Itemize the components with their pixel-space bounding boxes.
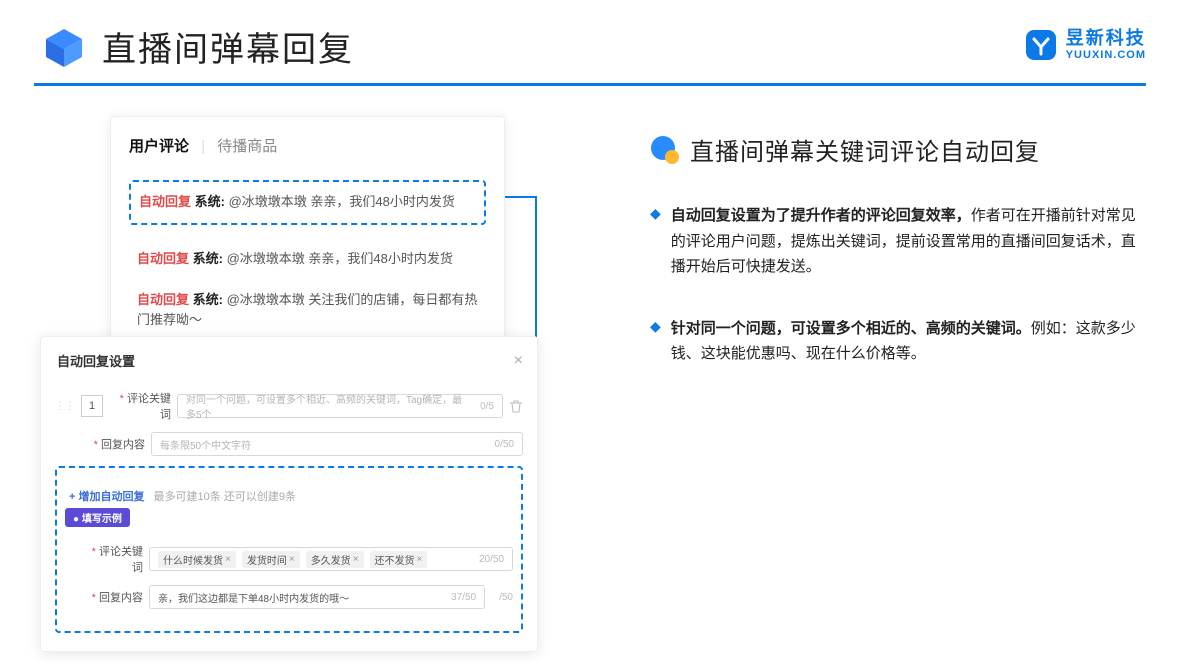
example-keyword-label: 评论关键词 [85, 543, 143, 575]
tag[interactable]: 发货时间× [242, 551, 300, 568]
add-auto-reply-link[interactable]: + 增加自动回复 最多可建10条 还可以创建9条 [69, 488, 513, 504]
message-text: @冰墩墩本墩 亲亲，我们48小时内发货 [229, 194, 455, 209]
form-row-content: 回复内容 每条限50个中文字符 0/50 [87, 432, 523, 456]
placeholder: 对同一个问题，可设置多个相近、高频的关键词，Tag确定，最多5个 [186, 391, 472, 421]
add-label: + 增加自动回复 [69, 491, 144, 503]
divider [34, 83, 1146, 86]
tab-products[interactable]: 待播商品 [217, 138, 277, 155]
counter: 0/5 [472, 401, 494, 412]
trash-icon[interactable] [509, 399, 523, 413]
tag[interactable]: 什么时候发货× [158, 551, 236, 568]
settings-title: 自动回复设置 [57, 351, 135, 370]
form-row-keyword: ⋮⋮ 1 评论关键词 对同一个问题，可设置多个相近、高频的关键词，Tag确定，最… [55, 390, 523, 422]
example-badge: ● 填写示例 [65, 508, 130, 527]
bold-text: 针对同一个问题，可设置多个相近的、高频的关键词。 [671, 320, 1031, 337]
auto-reply-label: 自动回复 [139, 194, 191, 209]
diamond-bullet-icon: ◆ [650, 318, 661, 367]
bullet-item: ◆ 针对同一个问题，可设置多个相近的、高频的关键词。例如：这款多少钱、这块能优惠… [650, 316, 1140, 367]
bullet-text: 针对同一个问题，可设置多个相近的、高频的关键词。例如：这款多少钱、这块能优惠吗、… [671, 316, 1140, 367]
brand-name-cn: 昱新科技 [1066, 29, 1146, 49]
counter: 0/50 [487, 439, 514, 450]
counter: 20/50 [471, 554, 504, 565]
section-heading: 直播间弹幕关键词评论自动回复 [650, 132, 1140, 167]
counter: 37/50 [443, 592, 476, 603]
example-content-row: 回复内容 亲，我们这边都是下单48小时内发货的哦～ 37/50 /50 [85, 585, 513, 609]
system-prefix: 系统: [195, 194, 225, 209]
system-prefix: 系统: [193, 292, 223, 307]
example-content-input[interactable]: 亲，我们这边都是下单48小时内发货的哦～ 37/50 [149, 585, 485, 609]
diamond-bullet-icon: ◆ [650, 205, 661, 280]
counter-suffix: /50 [491, 592, 513, 603]
tag[interactable]: 多久发货× [306, 551, 364, 568]
sequence-number: 1 [81, 395, 103, 417]
chat-bubble-icon [650, 135, 680, 165]
section-title: 直播间弹幕关键词评论自动回复 [690, 132, 1040, 167]
add-hint: 最多可建10条 还可以创建9条 [154, 491, 296, 503]
tabs: 用户评论 | 待播商品 [129, 135, 486, 156]
header: 直播间弹幕回复 昱新科技 YUUXIN.COM [0, 0, 1180, 83]
bold-text: 自动回复设置为了提升作者的评论回复效率， [671, 207, 971, 224]
keyword-input[interactable]: 对同一个问题，可设置多个相近、高频的关键词，Tag确定，最多5个 0/5 [177, 394, 503, 418]
keyword-label: 评论关键词 [113, 390, 171, 422]
example-keyword-row: 评论关键词 什么时候发货× 发货时间× 多久发货× 还不发货× 20/50 [85, 543, 513, 575]
brand-name-en: YUUXIN.COM [1066, 49, 1146, 61]
example-keyword-tags[interactable]: 什么时候发货× 发货时间× 多久发货× 还不发货× 20/50 [149, 547, 513, 571]
close-icon[interactable]: × [514, 352, 523, 370]
tab-separator: | [201, 138, 205, 155]
message: 自动回复 系统: @冰墩墩本墩 亲亲，我们48小时内发货 [129, 239, 486, 280]
message-text: @冰墩墩本墩 亲亲，我们48小时内发货 [227, 251, 453, 266]
bullet-text: 自动回复设置为了提升作者的评论回复效率，作者可在开播前针对常见的评论用户问题，提… [671, 203, 1140, 280]
example-content-label: 回复内容 [85, 589, 143, 605]
message: 自动回复 系统: @冰墩墩本墩 关注我们的店铺，每日都有热门推荐呦～ [129, 280, 486, 342]
settings-panel: 自动回复设置 × ⋮⋮ 1 评论关键词 对同一个问题，可设置多个相近、高频的关键… [40, 336, 538, 652]
tag[interactable]: 还不发货× [370, 551, 428, 568]
content-input[interactable]: 每条限50个中文字符 0/50 [151, 432, 523, 456]
message-text: @冰墩墩本墩 关注我们的店铺，每日都有热门推荐呦～ [137, 292, 477, 328]
left-column: 用户评论 | 待播商品 自动回复 系统: @冰墩墩本墩 亲亲，我们48小时内发货… [40, 116, 540, 596]
content-label: 回复内容 [87, 436, 145, 452]
drag-handle-icon[interactable]: ⋮⋮ [55, 401, 75, 412]
page-title: 直播间弹幕回复 [102, 22, 354, 71]
example-section: + 增加自动回复 最多可建10条 还可以创建9条 ● 填写示例 评论关键词 什么… [55, 466, 523, 633]
placeholder: 每条限50个中文字符 [160, 437, 251, 452]
auto-reply-label: 自动回复 [137, 251, 189, 266]
cube-icon [40, 23, 88, 71]
brand-logo: 昱新科技 YUUXIN.COM [1022, 26, 1146, 64]
auto-reply-label: 自动回复 [137, 292, 189, 307]
highlighted-message: 自动回复 系统: @冰墩墩本墩 亲亲，我们48小时内发货 [129, 180, 486, 225]
right-column: 直播间弹幕关键词评论自动回复 ◆ 自动回复设置为了提升作者的评论回复效率，作者可… [540, 116, 1140, 403]
system-prefix: 系统: [193, 251, 223, 266]
content: 用户评论 | 待播商品 自动回复 系统: @冰墩墩本墩 亲亲，我们48小时内发货… [0, 106, 1180, 596]
tab-user-comments[interactable]: 用户评论 [129, 138, 189, 155]
comments-panel: 用户评论 | 待播商品 自动回复 系统: @冰墩墩本墩 亲亲，我们48小时内发货… [110, 116, 505, 360]
example-content-text: 亲，我们这边都是下单48小时内发货的哦～ [158, 590, 349, 605]
brand-icon [1022, 26, 1060, 64]
bullet-item: ◆ 自动回复设置为了提升作者的评论回复效率，作者可在开播前针对常见的评论用户问题… [650, 203, 1140, 280]
settings-header: 自动回复设置 × [55, 347, 523, 380]
